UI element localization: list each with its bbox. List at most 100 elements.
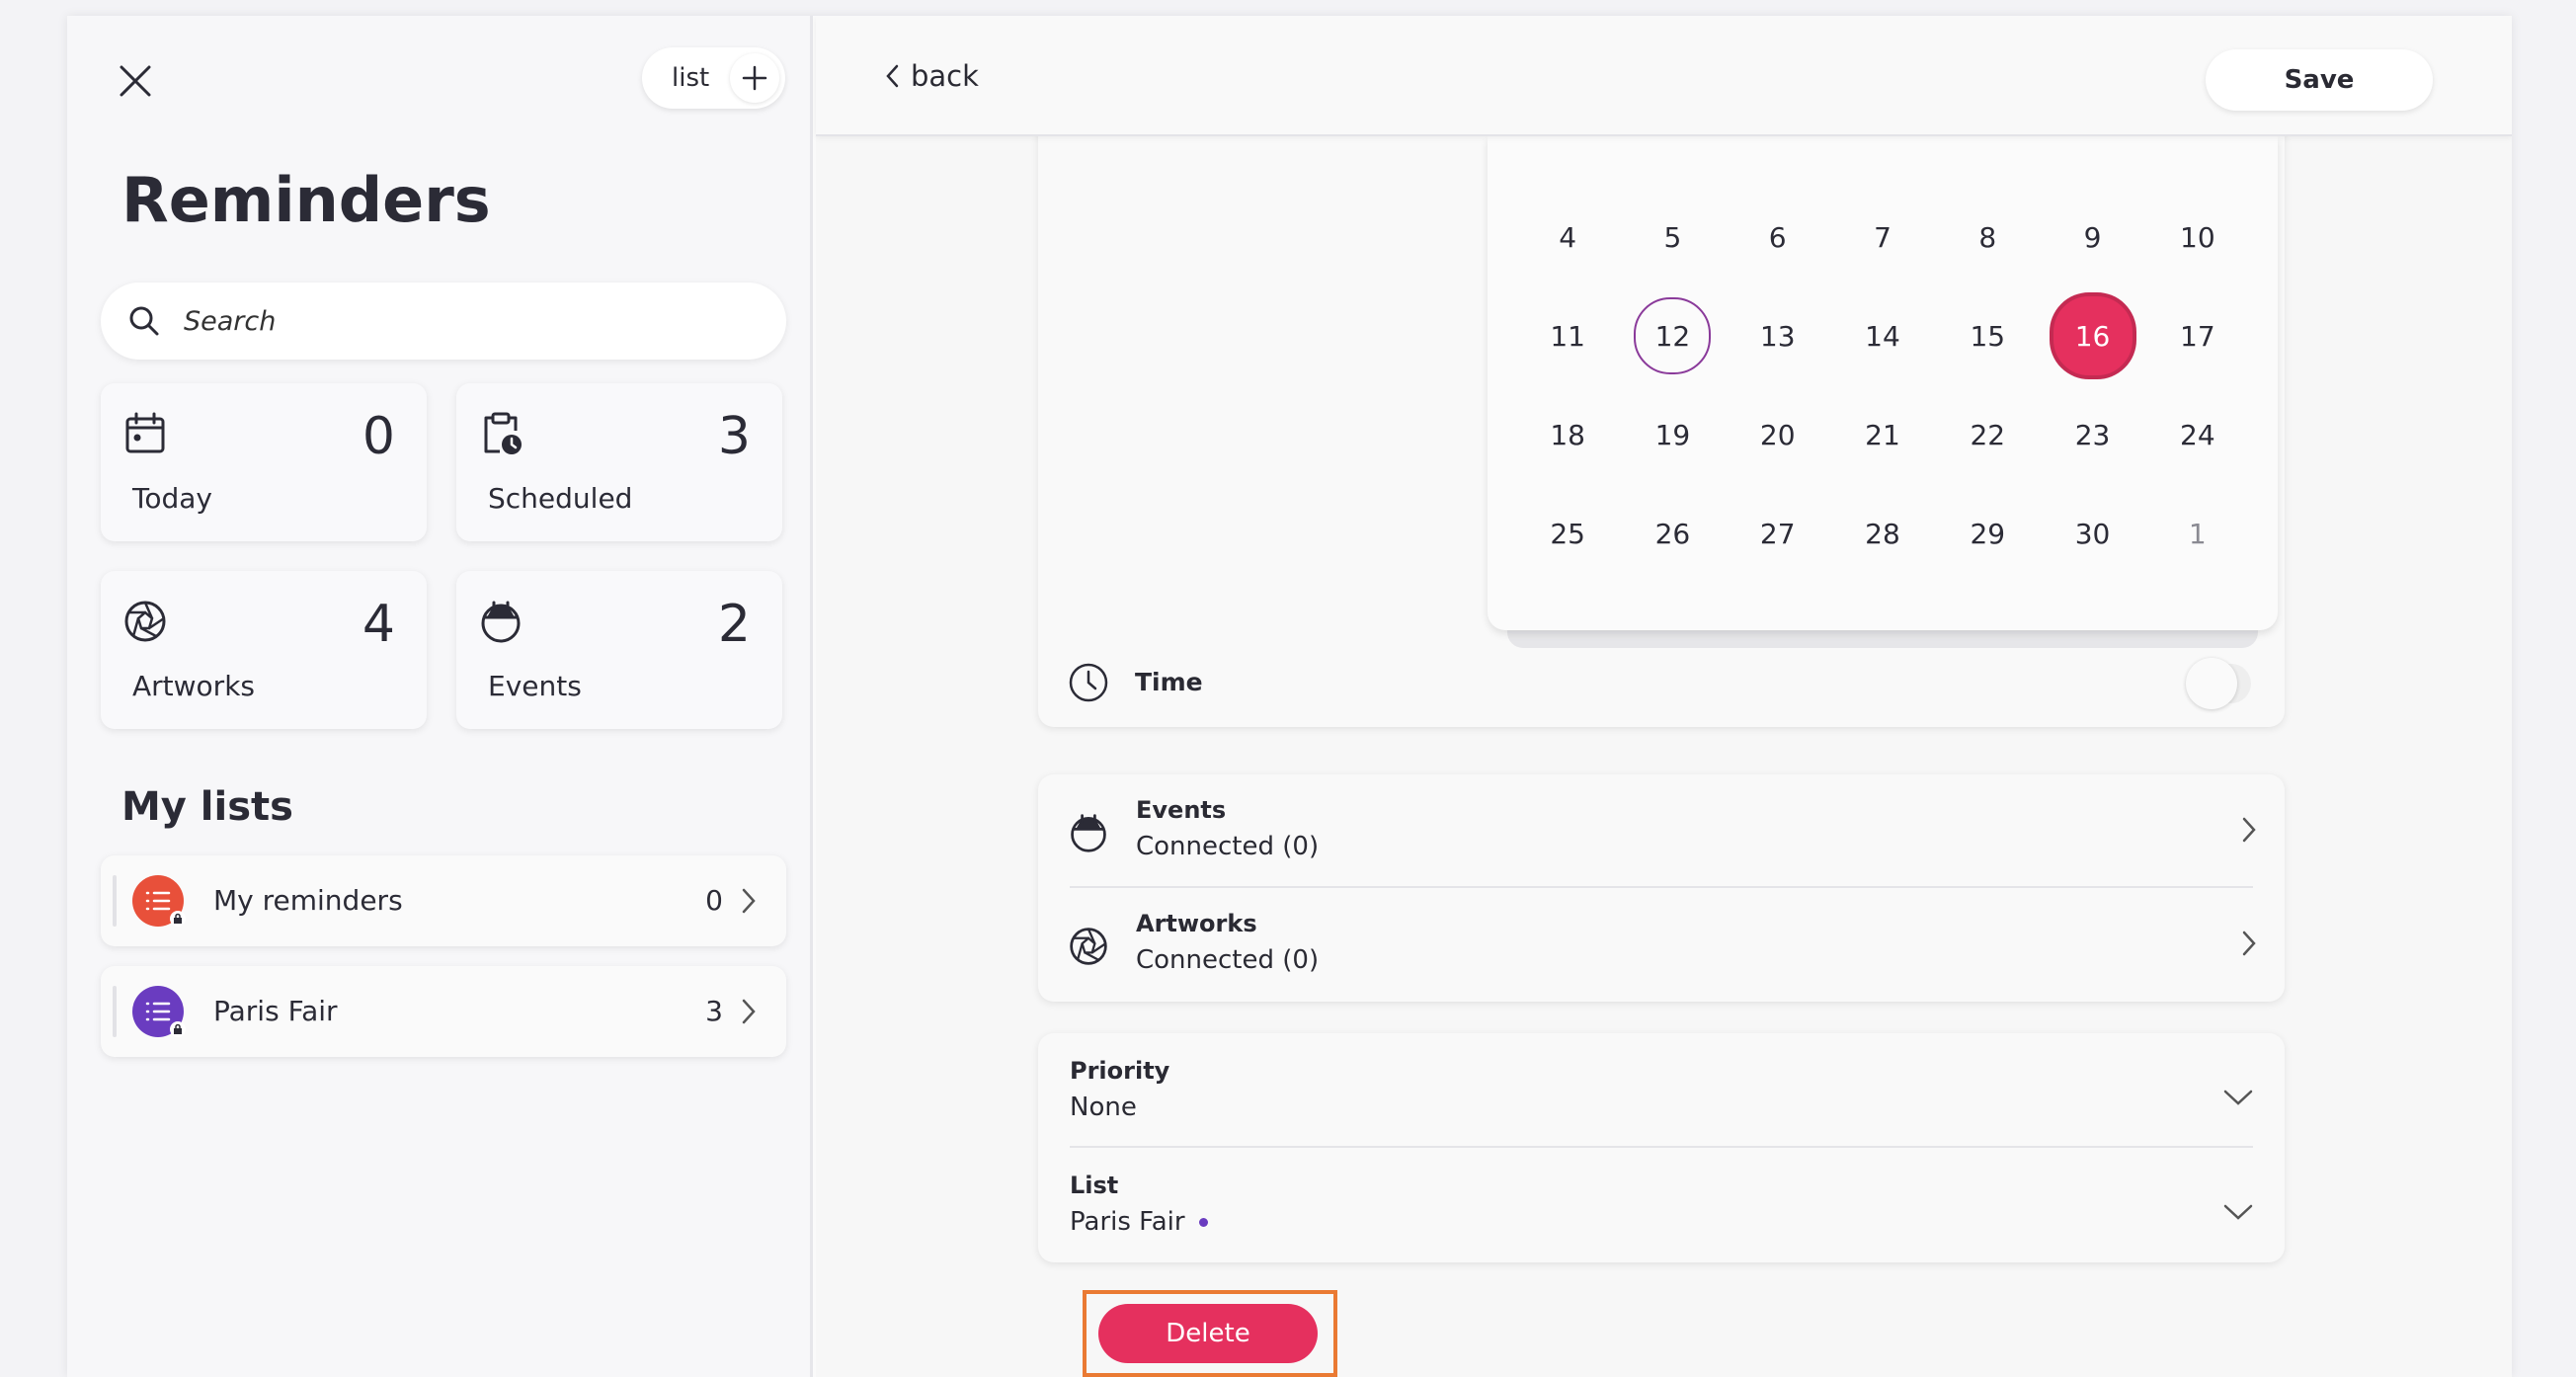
calendar-day[interactable]: 18 — [1515, 385, 1620, 484]
calendar-day[interactable]: 15 — [1935, 286, 2040, 385]
calendar-day[interactable]: 25 — [1515, 484, 1620, 583]
calendar-day-number: 10 — [2180, 220, 2215, 254]
calendar-day[interactable]: 12 — [1620, 286, 1725, 385]
search-icon — [129, 306, 159, 336]
tile-artworks[interactable]: 4 Artworks — [101, 571, 427, 729]
calendar-shadow — [1507, 630, 2258, 648]
calendar-day-number: 23 — [2074, 418, 2111, 451]
list-item-my-reminders[interactable]: My reminders 0 — [101, 855, 786, 946]
priority-label: Priority — [1070, 1057, 1170, 1085]
lock-icon — [170, 911, 186, 927]
calendar-day[interactable]: 13 — [1726, 286, 1830, 385]
calendar-day[interactable]: 23 — [2040, 385, 2144, 484]
calendar-day-number: 17 — [2180, 319, 2215, 353]
chevron-right-icon — [2242, 931, 2256, 956]
calendar-day[interactable]: 10 — [2145, 188, 2250, 286]
calendar-day[interactable]: 9 — [2040, 188, 2144, 286]
calendar-day-number: 4 — [1559, 220, 1577, 254]
close-button[interactable] — [112, 57, 159, 105]
list-item-paris-fair[interactable]: Paris Fair 3 — [101, 966, 786, 1057]
back-button[interactable]: back — [885, 59, 979, 93]
search-input[interactable] — [184, 305, 757, 337]
calendar-day[interactable]: 29 — [1935, 484, 2040, 583]
calendar-day[interactable]: 5 — [1620, 188, 1725, 286]
calendar-day[interactable]: 8 — [1935, 188, 2040, 286]
plus-icon — [730, 53, 779, 103]
calendar-day-number: 21 — [1865, 418, 1900, 451]
calendar-day[interactable]: 6 — [1726, 188, 1830, 286]
calendar: 4 5 6 7 8 9 10 11 12 13 14 15 16 17 18 19 20 21 22 23 24 25 26… — [1488, 136, 2278, 630]
list-select[interactable]: List Paris Fair — [1038, 1148, 2285, 1262]
my-lists-heading: My lists — [121, 784, 293, 830]
calendar-day[interactable]: 14 — [1830, 286, 1935, 385]
tile-count: 4 — [362, 595, 395, 654]
chevron-right-icon — [2242, 817, 2256, 843]
drag-handle[interactable] — [113, 875, 117, 927]
list-label: List — [1070, 1172, 1119, 1199]
tile-today[interactable]: 0 Today — [101, 383, 427, 541]
calendar-day[interactable]: 16 — [2040, 286, 2144, 385]
tile-scheduled[interactable]: 3 Scheduled — [456, 383, 782, 541]
event-icon — [1071, 814, 1106, 852]
calendar-day[interactable]: 26 — [1620, 484, 1725, 583]
calendar-day-number: 9 — [2083, 220, 2102, 254]
close-icon — [120, 65, 151, 97]
calendar-week: 11 12 13 14 15 16 17 — [1515, 286, 2250, 385]
calendar-day[interactable]: 19 — [1620, 385, 1725, 484]
calendar-day[interactable]: 20 — [1726, 385, 1830, 484]
calendar-day[interactable]: 22 — [1935, 385, 2040, 484]
calendar-day-number: 25 — [1550, 517, 1585, 550]
event-icon — [481, 601, 521, 643]
calendar-day[interactable]: 7 — [1830, 188, 1935, 286]
calendar-icon — [125, 412, 165, 453]
connection-title: Events — [1136, 796, 1227, 824]
tile-label: Scheduled — [488, 482, 633, 515]
calendar-day[interactable]: 30 — [2040, 484, 2144, 583]
chevron-down-icon — [2223, 1090, 2253, 1105]
chevron-right-icon — [742, 999, 756, 1024]
list-count: 3 — [705, 995, 723, 1027]
calendar-day-number: 16 — [2074, 319, 2111, 353]
calendar-day[interactable]: 21 — [1830, 385, 1935, 484]
chevron-right-icon — [742, 888, 756, 914]
time-toggle[interactable] — [2186, 658, 2251, 709]
top-bar: back Save — [816, 16, 2512, 136]
aperture-icon — [124, 601, 166, 642]
lock-icon — [170, 1021, 186, 1037]
calendar-day-number: 30 — [2074, 517, 2111, 550]
calendar-day[interactable]: 17 — [2145, 286, 2250, 385]
calendar-day[interactable]: 1 — [2145, 484, 2250, 583]
connection-status: Connected (0) — [1136, 832, 1320, 861]
chevron-left-icon — [886, 64, 899, 88]
calendar-day-number: 6 — [1768, 220, 1787, 254]
delete-button[interactable]: Delete — [1098, 1304, 1318, 1363]
save-button[interactable]: Save — [2206, 49, 2433, 111]
calendar-grid: 4 5 6 7 8 9 10 11 12 13 14 15 16 17 18 19 20 21 22 23 24 25 26… — [1515, 188, 2250, 583]
calendar-day[interactable]: 4 — [1515, 188, 1620, 286]
page-title: Reminders — [121, 164, 491, 236]
calendar-day[interactable]: 27 — [1726, 484, 1830, 583]
calendar-day-number: 27 — [1759, 517, 1796, 550]
calendar-day[interactable]: 11 — [1515, 286, 1620, 385]
app-window: list Reminders 0 Today — [67, 16, 2512, 1377]
calendar-day[interactable]: 28 — [1830, 484, 1935, 583]
list-name: Paris Fair — [213, 995, 338, 1027]
new-list-button[interactable]: list — [642, 47, 785, 109]
priority-select[interactable]: Priority None — [1038, 1033, 2285, 1148]
tile-events[interactable]: 2 Events — [456, 571, 782, 729]
events-connection-row[interactable]: Events Connected (0) — [1038, 774, 2285, 885]
time-row: Time — [1038, 638, 2285, 727]
sidebar: list Reminders 0 Today — [67, 16, 813, 1377]
chevron-down-icon — [2223, 1204, 2253, 1220]
calendar-day[interactable]: 24 — [2145, 385, 2250, 484]
tile-count: 0 — [362, 407, 395, 466]
calendar-day-number: 14 — [1865, 319, 1900, 353]
calendar-week: 25 26 27 28 29 30 1 — [1515, 484, 2250, 583]
connection-status: Connected (0) — [1136, 945, 1320, 975]
drag-handle[interactable] — [113, 986, 117, 1037]
search-box[interactable] — [101, 283, 786, 360]
list-color-dot — [1198, 1217, 1208, 1227]
artworks-connection-row[interactable]: Artworks Connected (0) — [1038, 888, 2285, 999]
list-count: 0 — [705, 884, 723, 917]
calendar-day-number: 20 — [1759, 418, 1796, 451]
